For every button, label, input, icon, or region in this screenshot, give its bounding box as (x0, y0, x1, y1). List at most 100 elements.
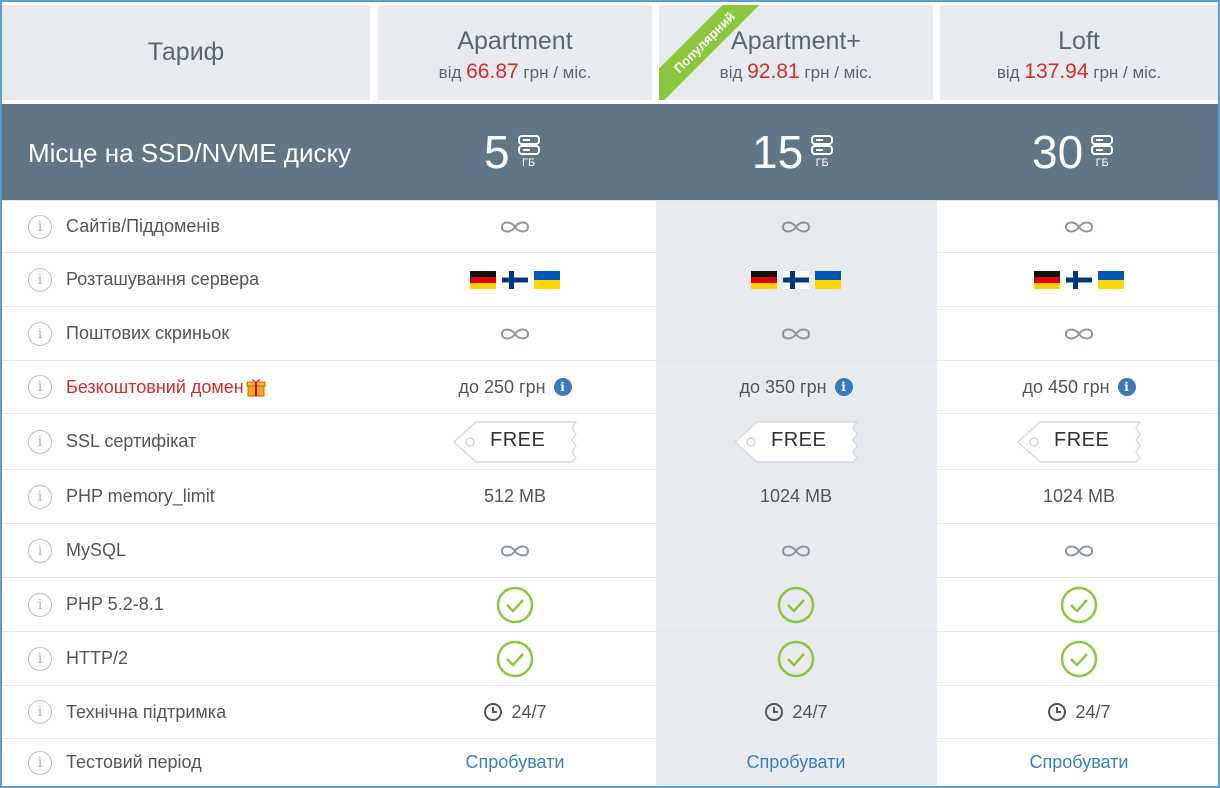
feature-row-sites: i Сайтів/Піддоменів (2, 200, 1218, 252)
infinity-icon (500, 545, 530, 556)
feature-cell: i SSL сертифікат (28, 414, 196, 469)
feature-cell: i MySQL (28, 524, 126, 577)
value-cell: 512 MB (483, 486, 547, 506)
try-link[interactable]: Спробувати (466, 752, 565, 773)
feature-row-ssl: i SSL сертифікат FREE FREE FREE (2, 413, 1218, 469)
plan-header-apartment-plus[interactable]: Популярний Apartment+ від 92.81 грн / мі… (659, 5, 933, 100)
domain-value: до 450 грн (1022, 376, 1110, 397)
feature-cell: i Технічна підтримка (28, 686, 226, 738)
feature-cell: i HTTP/2 (28, 632, 128, 685)
feature-row-mysql: i MySQL (2, 523, 1218, 577)
info-circle-icon[interactable]: i (28, 429, 52, 454)
disk-unit: ГБ (1095, 157, 1109, 169)
value-cell: Спробувати (378, 739, 652, 786)
feature-cell: i Поштових скриньок (28, 307, 229, 360)
info-circle-icon[interactable]: i (28, 321, 52, 346)
support-value: 24/7 (1075, 701, 1111, 722)
feature-label: PHP 5.2-8.1 (66, 594, 164, 614)
plan-header-loft[interactable]: Loft від 137.94 грн / міс. (940, 5, 1218, 100)
flag-de-icon (1034, 270, 1060, 289)
check-circle-icon (496, 586, 534, 623)
value-cell: FREE (378, 414, 652, 469)
flag-de-icon (470, 270, 496, 289)
try-link[interactable]: Спробувати (1030, 752, 1129, 773)
value-cell: 24/7 (378, 686, 652, 738)
info-circle-icon[interactable]: i (28, 700, 52, 724)
feature-cell: i PHP 5.2-8.1 (28, 578, 164, 631)
price-suffix: грн / міс. (804, 63, 873, 82)
info-circle-icon[interactable]: i (28, 646, 52, 671)
value-cell (659, 632, 933, 685)
info-circle-icon[interactable]: i (834, 378, 853, 396)
feature-cell: i Сайтів/Піддоменів (28, 201, 220, 252)
clock-icon (484, 703, 503, 721)
value-cell: Спробувати (659, 739, 933, 786)
price-prefix: від (438, 63, 462, 82)
flag-ua-icon (1098, 270, 1124, 289)
price-value: 92.81 (747, 60, 800, 83)
plan-header-apartment[interactable]: Apartment від 66.87 грн / міс. (378, 5, 652, 100)
server-disk-icon (811, 135, 834, 155)
value-cell (940, 524, 1218, 577)
feature-cell: i Розташування сервера (28, 253, 259, 306)
check-circle-icon (496, 640, 534, 677)
feature-label: Розташування сервера (66, 269, 260, 289)
feature-cell: i Безкоштовний домен (28, 361, 266, 413)
feature-row-location: i Розташування сервера (2, 252, 1218, 306)
free-tag: FREE (450, 418, 580, 466)
feature-label: Тестовий період (66, 752, 202, 772)
info-circle-icon[interactable]: i (1117, 378, 1136, 396)
feature-cell: i Тестовий період (28, 739, 202, 786)
feature-label: SSL сертифікат (66, 431, 197, 451)
flag-ua-icon (534, 270, 560, 289)
value-cell (378, 307, 652, 360)
flag-ua-icon (815, 270, 841, 289)
info-circle-icon[interactable]: i (28, 214, 52, 239)
info-circle-icon[interactable]: i (553, 378, 572, 396)
info-circle-icon[interactable]: i (28, 750, 52, 775)
value-cell: Спробувати (940, 739, 1218, 786)
value-cell: до 250 грн i (378, 361, 652, 413)
try-link[interactable]: Спробувати (747, 752, 846, 773)
value-cell: 24/7 (659, 686, 933, 738)
price-suffix: грн / міс. (523, 63, 592, 82)
feature-label: Технічна підтримка (66, 701, 227, 722)
disk-unit-group: ГБ (1091, 135, 1114, 169)
plan-price: від 137.94 грн / міс. (997, 60, 1161, 84)
feature-label: PHP memory_limit (66, 486, 215, 506)
feature-row-mailboxes: i Поштових скриньок (2, 306, 1218, 360)
info-circle-icon[interactable]: i (28, 267, 52, 292)
infinity-icon (1064, 328, 1094, 339)
value-cell (940, 253, 1218, 306)
infinity-icon (1064, 545, 1094, 556)
value-cell: 1024 MB (1042, 486, 1116, 506)
check-circle-icon (1060, 586, 1098, 623)
value-cell (378, 524, 652, 577)
support-value: 24/7 (792, 701, 828, 722)
info-circle-icon[interactable]: i (28, 538, 52, 563)
price-value: 137.94 (1024, 60, 1089, 83)
domain-value: до 250 грн (458, 376, 546, 397)
feature-row-trial: i Тестовий період Спробувати Спробувати … (2, 738, 1218, 786)
flag-fi-icon (1066, 270, 1092, 289)
value-cell (378, 578, 652, 631)
info-circle-icon[interactable]: i (28, 375, 52, 399)
pricing-table: Тариф Apartment від 66.87 грн / міс. Поп… (2, 2, 1218, 786)
plan-name: Loft (1058, 27, 1100, 55)
disk-value-loft: 30 ГБ (1032, 126, 1114, 178)
free-label: FREE (490, 428, 546, 451)
value-cell (378, 632, 652, 685)
value-cell: 1024 MB (759, 486, 833, 506)
value-cell (659, 578, 933, 631)
info-circle-icon[interactable]: i (28, 592, 52, 617)
flag-fi-icon (783, 270, 809, 289)
value-cell (659, 307, 933, 360)
infinity-icon (500, 328, 530, 339)
value-cell: FREE (940, 414, 1218, 469)
info-circle-icon[interactable]: i (28, 484, 52, 509)
feature-row-support: i Технічна підтримка 24/7 24/7 24/7 (2, 685, 1218, 738)
free-label: FREE (771, 428, 827, 451)
feature-label: MySQL (66, 540, 127, 560)
domain-value: до 350 грн (739, 376, 827, 397)
value-cell (659, 201, 933, 252)
